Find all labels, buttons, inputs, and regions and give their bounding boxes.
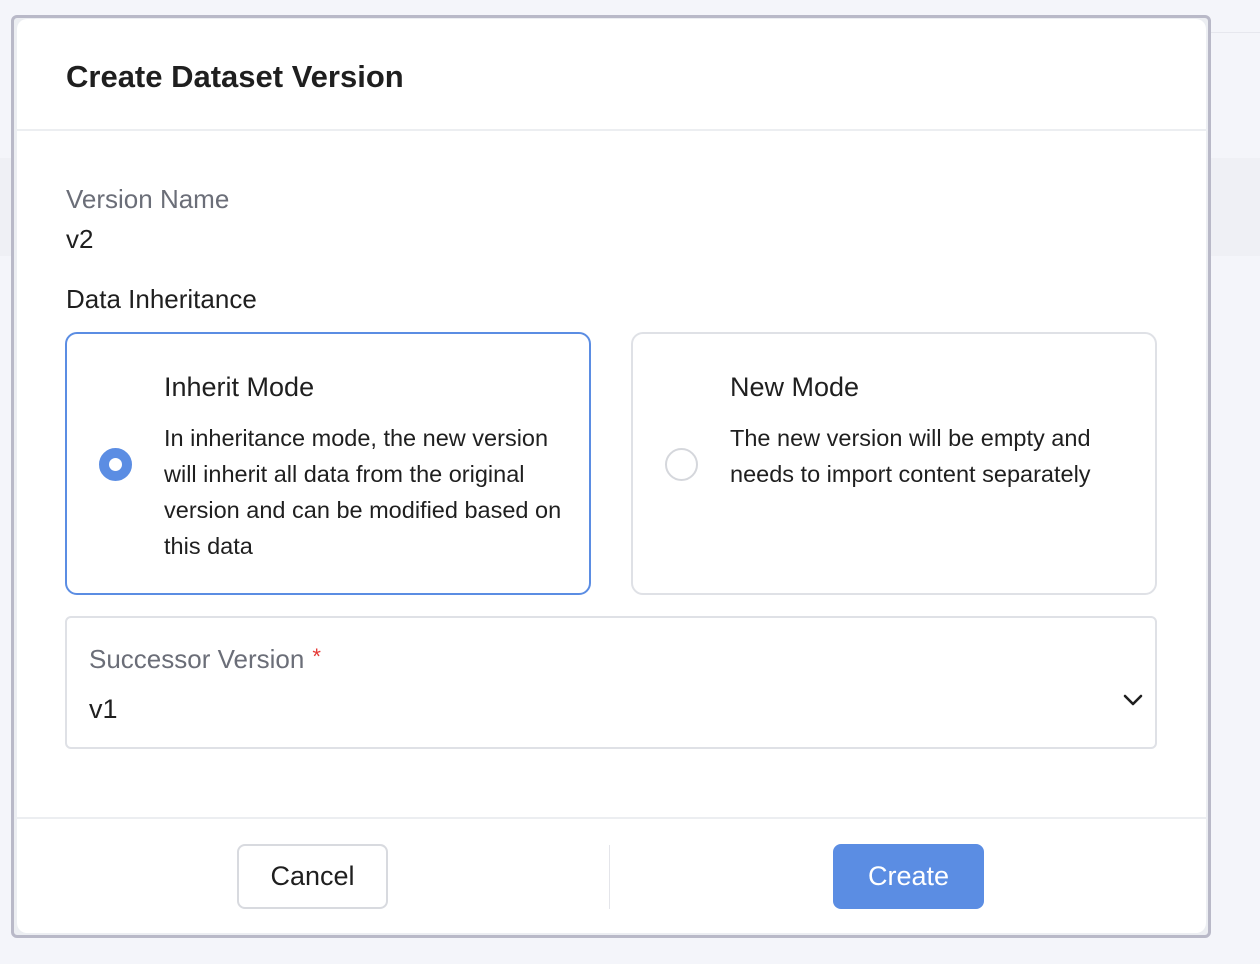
successor-version-value: v1 xyxy=(89,694,118,724)
version-name-label: Version Name xyxy=(66,184,230,214)
successor-version-label: Successor Version * xyxy=(89,644,321,675)
dialog-header: Create Dataset Version xyxy=(17,19,1206,131)
option-description: In inheritance mode, the new version wil… xyxy=(164,425,562,559)
successor-version-select[interactable]: Successor Version * v1 xyxy=(65,616,1157,749)
option-title: New Mode xyxy=(730,372,860,402)
cancel-button[interactable]: Cancel xyxy=(237,844,388,909)
option-description: The new version will be empty and needs … xyxy=(730,425,1091,487)
new-mode-option[interactable]: New Mode The new version will be empty a… xyxy=(631,332,1157,595)
required-mark: * xyxy=(312,644,321,669)
chevron-down-icon[interactable] xyxy=(1121,688,1145,712)
inherit-mode-option[interactable]: Inherit Mode In inheritance mode, the ne… xyxy=(65,332,591,595)
dialog-title: Create Dataset Version xyxy=(66,59,404,94)
create-dataset-version-dialog: Create Dataset Version Version Name v2 D… xyxy=(17,19,1206,933)
dialog-footer: Cancel Create xyxy=(17,817,1206,933)
option-title: Inherit Mode xyxy=(164,372,315,402)
footer-divider xyxy=(609,845,610,909)
background-divider xyxy=(1210,32,1260,33)
inherit-mode-radio[interactable] xyxy=(99,448,132,481)
new-mode-radio[interactable] xyxy=(665,448,698,481)
version-name-value: v2 xyxy=(66,224,94,254)
create-button[interactable]: Create xyxy=(833,844,984,909)
label-text: Successor Version xyxy=(89,644,305,674)
data-inheritance-label: Data Inheritance xyxy=(66,284,257,314)
